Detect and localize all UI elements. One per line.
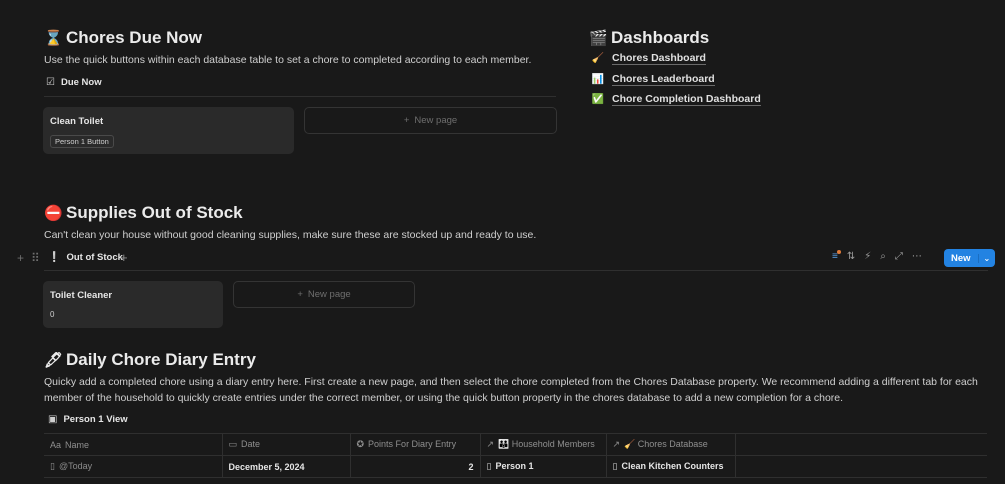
column-label: Date bbox=[241, 439, 261, 449]
divider bbox=[44, 270, 988, 271]
tab-due-now-label: Due Now bbox=[60, 77, 102, 88]
new-button-label: New bbox=[951, 252, 971, 264]
calendar-icon: ▭ bbox=[228, 439, 238, 449]
clapperboard-icon: 🎬 bbox=[589, 29, 608, 47]
cell-member-value: Person 1 bbox=[495, 461, 534, 471]
link-chores-leaderboard[interactable]: 📊 Chores Leaderboard bbox=[590, 73, 715, 86]
column-header-points[interactable]: ✪ Points For Diary Entry bbox=[350, 433, 481, 456]
cell-chore-value: Clean Kitchen Counters bbox=[621, 461, 724, 471]
plus-icon: + bbox=[403, 115, 410, 126]
supplies-heading: ⛔ Supplies Out of Stock bbox=[44, 203, 243, 223]
drag-handle-icon[interactable]: ⠿ bbox=[31, 251, 40, 265]
link-label: Chores Leaderboard bbox=[612, 73, 715, 86]
check-mark-icon: ✅ bbox=[591, 94, 605, 105]
dashboards-title: Dashboards bbox=[611, 28, 710, 47]
gallery-card-toilet-cleaner[interactable]: Toilet Cleaner 0 bbox=[43, 281, 223, 328]
text-type-icon: Aa bbox=[50, 439, 62, 450]
diary-title: Daily Chore Diary Entry bbox=[66, 350, 256, 369]
cell-name[interactable]: ▯ @Today bbox=[44, 455, 223, 478]
column-label: 👪 Household Members bbox=[498, 439, 595, 449]
supplies-description: Can't clean your house without good clea… bbox=[44, 229, 537, 241]
new-button[interactable]: New ⌄ bbox=[944, 249, 996, 267]
no-entry-icon: ⛔ bbox=[44, 204, 63, 222]
new-page-button[interactable]: + New page bbox=[304, 107, 557, 134]
link-label: Chore Completion Dashboard bbox=[612, 93, 761, 106]
cell-spacer bbox=[735, 455, 987, 478]
tab-due-now[interactable]: ☑ Due Now bbox=[46, 77, 102, 88]
page-icon: ▯ bbox=[50, 461, 55, 471]
sort-icon[interactable]: ⇅ bbox=[847, 251, 855, 262]
column-header-household-members[interactable]: ↗ 👪 Household Members bbox=[480, 433, 607, 456]
column-header-spacer bbox=[735, 433, 987, 456]
column-header-name[interactable]: Aa Name bbox=[44, 433, 223, 456]
diary-table: Aa Name ▭ Date ✪ Points For Diary Entry ↗ 👪 … bbox=[44, 433, 987, 478]
card-title: Clean Toilet bbox=[50, 116, 104, 127]
filter-active-dot bbox=[836, 250, 841, 254]
broom-icon: 🧹 bbox=[591, 53, 605, 64]
divider bbox=[44, 96, 556, 97]
link-label: Chores Dashboard bbox=[612, 52, 706, 65]
diary-description: Quicky add a completed chore using a dia… bbox=[44, 376, 978, 404]
block-add-icon[interactable]: + bbox=[17, 251, 24, 265]
column-header-chores-database[interactable]: ↗ 🧹 Chores Database bbox=[606, 433, 736, 456]
gallery-card-clean-toilet[interactable]: Clean Toilet Person 1 Button bbox=[43, 107, 294, 154]
diary-heading: 🖋 Daily Chore Diary Entry bbox=[44, 350, 256, 370]
formula-icon: ✪ bbox=[356, 439, 365, 449]
table-view-icon: ▣ bbox=[48, 414, 58, 425]
new-page-label: New page bbox=[307, 289, 351, 300]
link-chore-completion-dashboard[interactable]: ✅ Chore Completion Dashboard bbox=[590, 93, 761, 106]
tab-out-of-stock-label: Out of Stock bbox=[66, 252, 123, 263]
cell-name-value: @Today bbox=[58, 461, 93, 471]
page-icon: ▯ bbox=[486, 461, 492, 471]
relation-icon: ↗ bbox=[612, 439, 621, 449]
column-header-date[interactable]: ▭ Date bbox=[222, 433, 351, 456]
tab-person-1-view[interactable]: ▣ Person 1 View bbox=[48, 414, 128, 425]
chores-due-heading: ⌛ Chores Due Now bbox=[44, 28, 202, 48]
new-page-label: New page bbox=[414, 115, 458, 126]
add-view-icon[interactable]: + bbox=[120, 250, 128, 265]
chores-due-description: Use the quick buttons within each databa… bbox=[44, 54, 532, 66]
table-row[interactable]: ▯ @Today December 5, 2024 2 ▯ Person 1 ▯ Cl… bbox=[44, 455, 987, 478]
cell-points: 2 bbox=[350, 455, 481, 478]
card-stock-value: 0 bbox=[50, 310, 55, 319]
cell-date[interactable]: December 5, 2024 bbox=[222, 455, 351, 478]
exclamation-icon: ❕ bbox=[48, 252, 61, 263]
new-page-button[interactable]: + New page bbox=[233, 281, 415, 308]
filter-icon[interactable]: ≡ bbox=[832, 250, 841, 262]
plus-icon: + bbox=[297, 289, 303, 300]
cell-household-member[interactable]: ▯ Person 1 bbox=[480, 455, 607, 478]
dashboards-heading: 🎬 Dashboards bbox=[589, 28, 709, 48]
tab-out-of-stock[interactable]: ❕ Out of Stock bbox=[48, 252, 123, 263]
automation-icon[interactable]: ⚡ bbox=[864, 251, 871, 262]
search-icon[interactable]: ⌕ bbox=[880, 251, 886, 262]
column-label: Name bbox=[65, 439, 90, 450]
expand-icon[interactable]: ⤢ bbox=[895, 251, 903, 262]
pen-icon: 🖋 bbox=[44, 351, 64, 369]
checklist-icon: ☑ bbox=[46, 77, 55, 88]
cell-chore[interactable]: ▯ Clean Kitchen Counters bbox=[606, 455, 736, 478]
page-icon: ▯ bbox=[612, 461, 618, 471]
database-toolbar: ≡ ⇅ ⚡ ⌕ ⤢ ⋯ bbox=[832, 250, 922, 262]
chevron-down-icon[interactable]: ⌄ bbox=[977, 253, 996, 263]
link-chores-dashboard[interactable]: 🧹 Chores Dashboard bbox=[590, 52, 706, 65]
more-icon[interactable]: ⋯ bbox=[912, 251, 922, 262]
bar-chart-icon: 📊 bbox=[591, 74, 605, 85]
table-header-row: Aa Name ▭ Date ✪ Points For Diary Entry ↗ 👪 … bbox=[44, 433, 987, 456]
column-label: 🧹 Chores Database bbox=[624, 439, 708, 449]
tab-person-1-view-label: Person 1 View bbox=[63, 414, 128, 425]
chores-due-title: Chores Due Now bbox=[66, 28, 203, 47]
card-title: Toilet Cleaner bbox=[50, 290, 113, 301]
hourglass-icon: ⌛ bbox=[44, 29, 63, 47]
supplies-title: Supplies Out of Stock bbox=[66, 203, 243, 222]
column-label: Points For Diary Entry bbox=[368, 439, 457, 449]
person-1-button-chip[interactable]: Person 1 Button bbox=[50, 135, 114, 148]
relation-icon: ↗ bbox=[486, 439, 495, 449]
